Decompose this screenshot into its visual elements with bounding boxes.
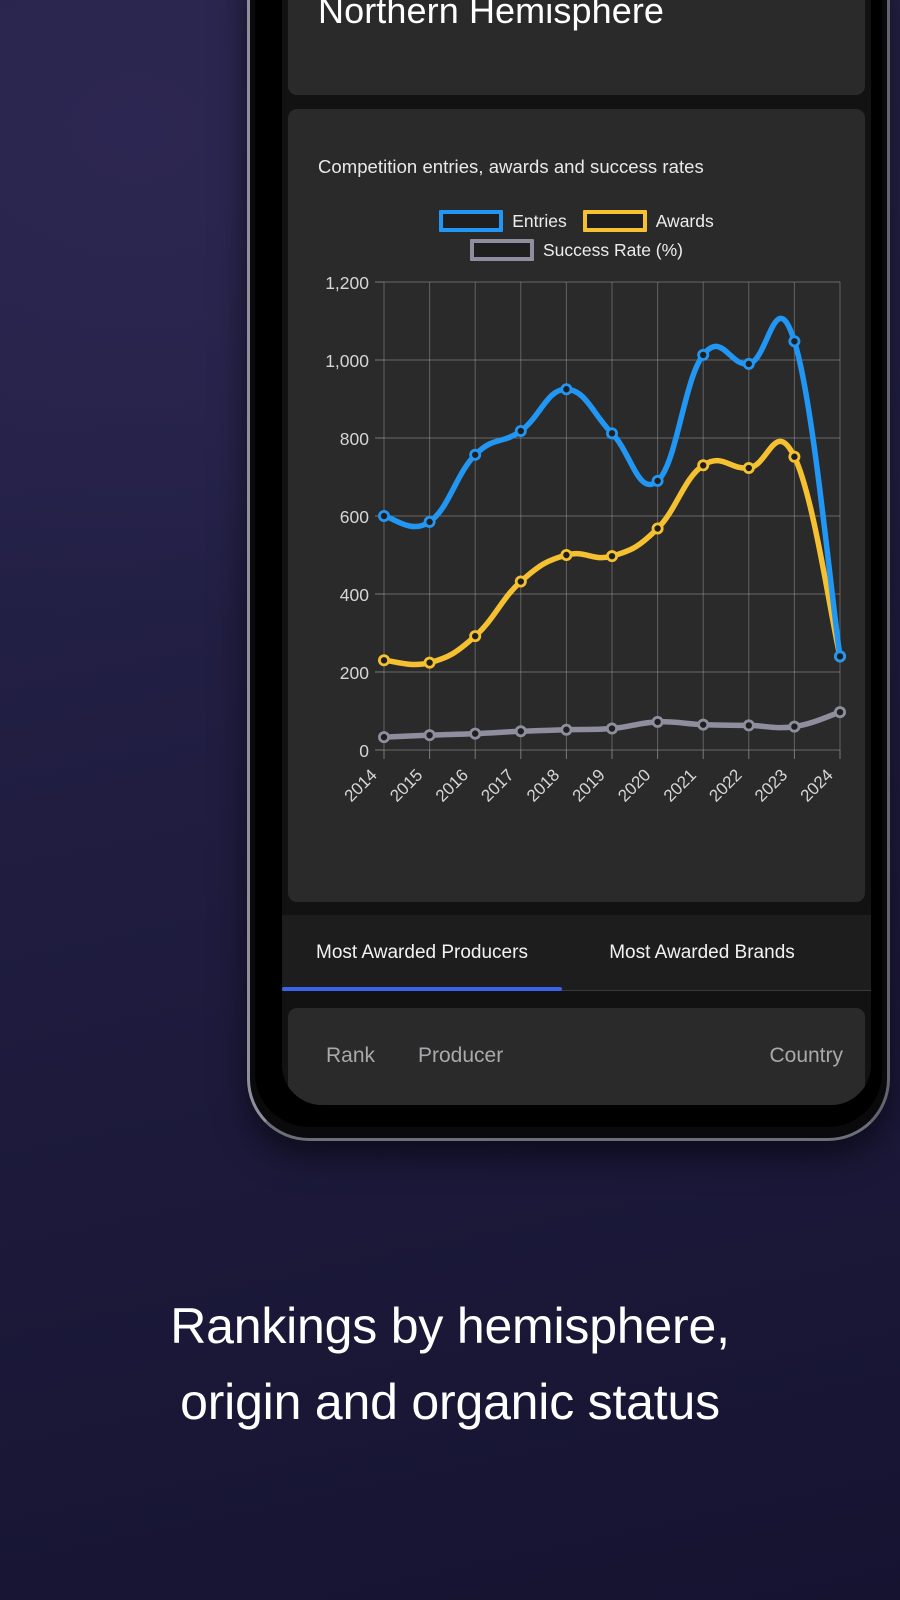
- legend-swatch-success-rate-icon: [469, 239, 534, 261]
- table-header-row: Rank Producer Country: [288, 1044, 865, 1068]
- chart-card: Competition entries, awards and success …: [288, 109, 865, 902]
- svg-text:2019: 2019: [569, 765, 609, 805]
- legend-row-secondary: Success Rate (%): [304, 239, 849, 261]
- svg-text:2023: 2023: [751, 765, 791, 805]
- tab-most-awarded-producers[interactable]: Most Awarded Producers: [282, 915, 562, 991]
- chart-subtitle: Competition entries, awards and success …: [318, 156, 704, 177]
- svg-text:600: 600: [340, 507, 369, 527]
- legend-swatch-awards-icon: [582, 210, 647, 232]
- svg-text:2014: 2014: [341, 765, 381, 805]
- legend-label-awards: Awards: [655, 210, 714, 231]
- column-header-producer[interactable]: Producer: [418, 1044, 769, 1068]
- svg-text:1,000: 1,000: [325, 351, 369, 371]
- svg-text:2017: 2017: [477, 765, 517, 805]
- svg-text:2022: 2022: [705, 765, 745, 805]
- page-title: Northern Hemisphere: [318, 0, 665, 31]
- chart-plot-area[interactable]: 0 200 400 600 800 1,000 1,200 2014 2015 2016 2017 2…: [288, 268, 865, 868]
- svg-text:200: 200: [340, 663, 369, 683]
- svg-text:0: 0: [359, 741, 369, 761]
- legend-swatch-entries-icon: [439, 210, 504, 232]
- legend-label-entries: Entries: [512, 210, 567, 231]
- legend-item-awards[interactable]: Awards: [582, 210, 714, 232]
- svg-text:800: 800: [340, 429, 369, 449]
- svg-text:2015: 2015: [386, 765, 426, 805]
- tab-most-awarded-brands[interactable]: Most Awarded Brands: [562, 915, 842, 991]
- promo-caption: Rankings by hemisphere, origin and organ…: [0, 1288, 900, 1440]
- svg-text:2020: 2020: [614, 765, 654, 805]
- svg-text:2018: 2018: [523, 765, 563, 805]
- phone-screen: Northern Hemisphere Competition entries,…: [282, 0, 871, 1105]
- phone-bezel: Northern Hemisphere Competition entries,…: [255, 0, 882, 1127]
- svg-text:1,200: 1,200: [325, 273, 369, 293]
- svg-text:2021: 2021: [660, 765, 700, 805]
- svg-text:2024: 2024: [797, 765, 837, 805]
- svg-text:2016: 2016: [432, 765, 472, 805]
- tab-active-indicator: [282, 987, 562, 991]
- tabs-row: Most Awarded Producers Most Awarded Bran…: [282, 915, 871, 991]
- svg-text:400: 400: [340, 585, 369, 605]
- legend-label-success-rate: Success Rate (%): [542, 239, 684, 260]
- header-card: Northern Hemisphere: [288, 0, 865, 95]
- line-chart-svg: 02004006008001,0001,2002014 2015 2016 2017 2…: [325, 273, 847, 806]
- tab-label-brands: Most Awarded Brands: [609, 942, 795, 963]
- phone-mockup: Northern Hemisphere Competition entries,…: [247, 0, 890, 1141]
- legend-row-primary: Entries Awards: [304, 210, 849, 232]
- tab-label-producers: Most Awarded Producers: [316, 942, 528, 963]
- legend-item-success-rate[interactable]: Success Rate (%): [469, 239, 684, 261]
- tabs-bar: Most Awarded Producers Most Awarded Bran…: [282, 915, 871, 991]
- chart-legend: Entries Awards Success Rate (%): [288, 210, 865, 261]
- legend-item-entries[interactable]: Entries: [439, 210, 567, 232]
- column-header-rank[interactable]: Rank: [326, 1044, 418, 1068]
- caption-line-2: origin and organic status: [180, 1374, 720, 1430]
- ranking-table-card: Rank Producer Country: [288, 1008, 865, 1105]
- column-header-country[interactable]: Country: [769, 1044, 843, 1068]
- caption-line-1: Rankings by hemisphere,: [170, 1298, 730, 1354]
